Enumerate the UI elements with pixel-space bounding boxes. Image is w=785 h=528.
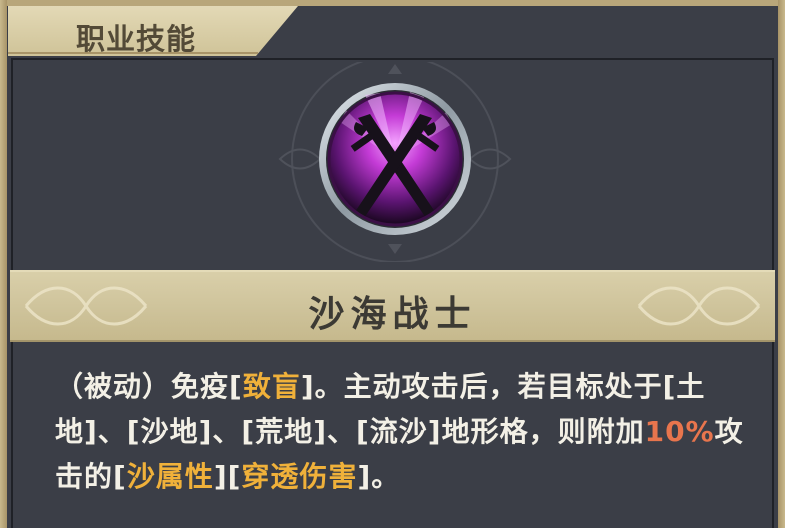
keyword-blind: 致盲 (242, 370, 301, 403)
skill-name: 沙海战士 (308, 294, 477, 335)
keyword-pierce-damage: 穿透伤害 (241, 460, 358, 493)
skill-panel: 职业技能 沙海战士 （被动）免疫[致盲]。主动攻击后，若目标处于[土地]、[沙地… (0, 0, 785, 528)
tab-label: 职业技能 (76, 22, 197, 56)
desc-text: ]。 (357, 460, 401, 493)
damage-percent: 10% (644, 415, 715, 448)
desc-text: ][ (213, 460, 242, 493)
crossed-blades-icon (278, 62, 512, 262)
frame-left (0, 0, 7, 528)
skill-name-banner: 沙海战士 (10, 270, 775, 342)
desc-text: （被动）免疫[ (55, 370, 243, 403)
keyword-sand-attribute: 沙属性 (126, 460, 214, 493)
skill-description: （被动）免疫[致盲]。主动攻击后，若目标处于[土地]、[沙地]、[荒地]、[流沙… (55, 364, 745, 499)
tab-class-skill[interactable]: 职业技能 (8, 6, 298, 56)
frame-right (778, 0, 785, 528)
